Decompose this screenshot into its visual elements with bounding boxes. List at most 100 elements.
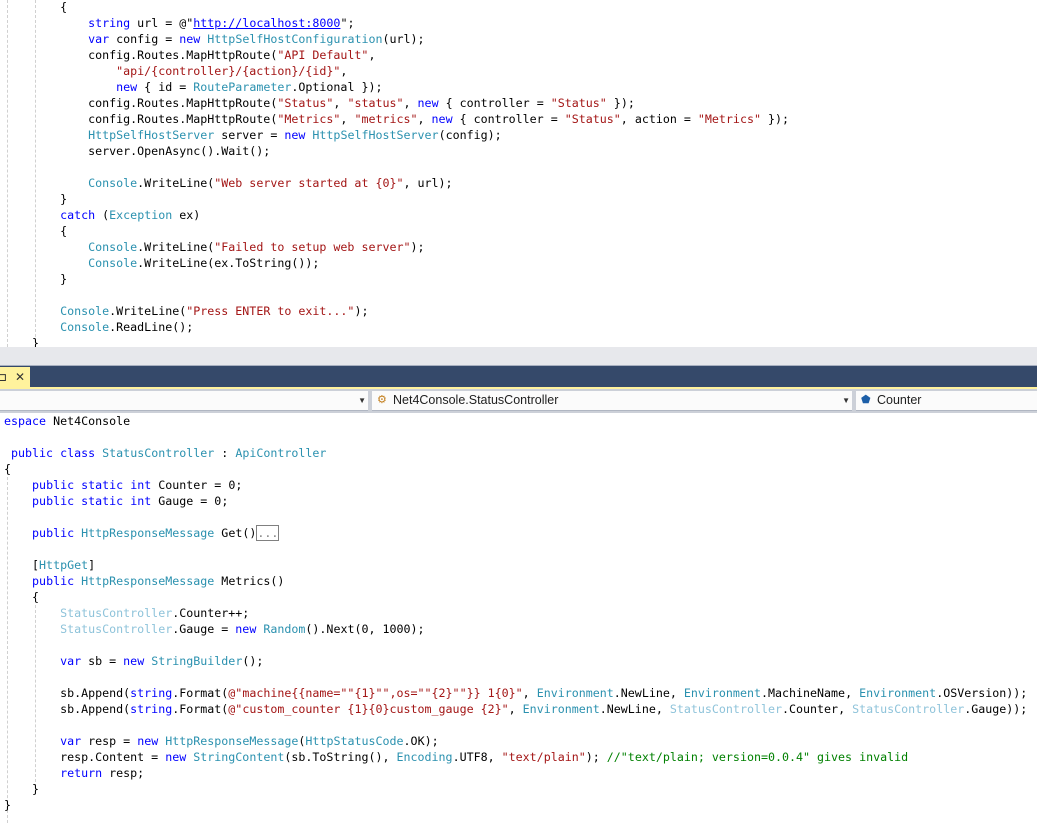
code-line: config.Routes.MapHttpRoute("API Default"… xyxy=(4,47,789,63)
code-token: (sb.ToString(), xyxy=(284,750,397,764)
code-token: .OSVersion)); xyxy=(936,686,1028,700)
code-token: .WriteLine( xyxy=(109,304,187,318)
code-line: } xyxy=(4,797,1027,813)
code-token: @"machine{{name=""{1}"",os=""{2}""}} 1{0… xyxy=(228,686,523,700)
top-code-editor[interactable]: { string url = @"http://localhost:8000";… xyxy=(0,0,1037,347)
code-token: int xyxy=(130,478,152,492)
code-token: HttpResponseMessage xyxy=(81,574,215,588)
code-token: string xyxy=(130,686,173,700)
code-line: return resp; xyxy=(4,765,1027,781)
code-line: new { id = RouteParameter.Optional }); xyxy=(4,79,789,95)
code-token: Get() xyxy=(214,526,257,540)
code-token: Console xyxy=(60,304,110,318)
code-token: resp = xyxy=(81,734,138,748)
pane-splitter[interactable] xyxy=(0,347,1037,365)
code-token: .WriteLine( xyxy=(137,240,215,254)
code-token: ); xyxy=(354,304,369,318)
code-line: Console.WriteLine(ex.ToString()); xyxy=(4,255,789,271)
chevron-down-icon: ▼ xyxy=(842,396,850,405)
code-line: var resp = new HttpResponseMessage(HttpS… xyxy=(4,733,1027,749)
code-token: ( xyxy=(95,208,110,222)
code-token: "API Default" xyxy=(277,48,369,62)
chevron-down-icon: ▼ xyxy=(358,396,366,405)
code-token: class xyxy=(60,446,96,460)
code-token: resp.Content = xyxy=(4,750,166,764)
code-token: } xyxy=(4,782,40,796)
close-icon[interactable]: ✕ xyxy=(15,370,25,384)
navigation-bar: ▼ ⚙ Net4Console.StatusController ▼ ⬟ Cou… xyxy=(0,389,1037,413)
code-token: resp; xyxy=(102,766,145,780)
code-token: , xyxy=(403,96,418,110)
code-token: , xyxy=(522,686,537,700)
code-text[interactable]: espace Net4Console public class StatusCo… xyxy=(4,413,1027,813)
code-token: .NewLine, xyxy=(613,686,684,700)
code-token: .NewLine, xyxy=(599,702,670,716)
code-token: RouteParameter xyxy=(193,80,292,94)
code-token: .Counter, xyxy=(782,702,853,716)
code-token: .WriteLine( xyxy=(137,176,215,190)
code-token: HttpSelfHostServer xyxy=(312,128,439,142)
code-line: config.Routes.MapHttpRoute("Status", "st… xyxy=(4,95,789,111)
code-token: { id = xyxy=(137,80,194,94)
document-tab-bar: ⊐ ✕ xyxy=(0,365,1037,388)
code-token: HttpResponseMessage xyxy=(81,526,215,540)
url-link[interactable]: http://localhost:8000 xyxy=(193,16,340,30)
code-token: ); xyxy=(585,750,607,764)
code-token: "api/{controller}/{action}/{id}" xyxy=(116,64,341,78)
code-token: public xyxy=(11,446,54,460)
code-token: "Press ENTER to exit..." xyxy=(186,304,355,318)
code-line: public HttpResponseMessage Get()... xyxy=(4,525,1027,541)
bottom-code-editor[interactable]: espace Net4Console public class StatusCo… xyxy=(0,413,1037,823)
member-dropdown[interactable]: ⬟ Counter xyxy=(856,391,1037,411)
project-dropdown[interactable]: ▼ xyxy=(0,391,368,411)
code-line: public class StatusController : ApiContr… xyxy=(4,445,1027,461)
code-token: "metrics" xyxy=(354,112,418,126)
code-token: .MachineName, xyxy=(760,686,860,700)
code-token: } xyxy=(4,272,68,286)
class-dropdown[interactable]: ⚙ Net4Console.StatusController ▼ xyxy=(372,391,852,411)
code-token: StatusController xyxy=(852,702,965,716)
code-token: StatusController xyxy=(60,622,173,636)
code-token: public xyxy=(32,494,75,508)
pin-icon[interactable]: ⊐ xyxy=(0,370,7,384)
code-token: ApiController xyxy=(235,446,327,460)
code-line: "api/{controller}/{action}/{id}", xyxy=(4,63,789,79)
code-token: Encoding xyxy=(396,750,453,764)
code-line: { xyxy=(4,223,789,239)
code-token: Net4Console xyxy=(46,414,131,428)
collapsed-region-button[interactable]: ... xyxy=(256,525,280,541)
code-token: .Counter++; xyxy=(172,606,250,620)
code-token: string xyxy=(88,16,131,30)
code-token: "Status" xyxy=(564,112,621,126)
code-token: Console xyxy=(88,176,138,190)
code-token: url = @" xyxy=(130,16,194,30)
code-line: public static int Gauge = 0; xyxy=(4,493,1027,509)
code-token: , xyxy=(340,64,348,78)
code-token: : xyxy=(214,446,236,460)
field-icon: ⬟ xyxy=(861,394,871,406)
code-token: .Gauge = xyxy=(172,622,236,636)
document-tab[interactable]: ⊐ ✕ xyxy=(0,367,30,388)
code-line: [HttpGet] xyxy=(4,557,1027,573)
code-line: StatusController.Gauge = new Random().Ne… xyxy=(4,621,1027,637)
code-token: @"custom_counter {1}{0}custom_gauge {2}" xyxy=(228,702,509,716)
code-line: Console.WriteLine("Press ENTER to exit..… xyxy=(4,303,789,319)
code-token: , xyxy=(340,112,355,126)
code-line: HttpSelfHostServer server = new HttpSelf… xyxy=(4,127,789,143)
code-line: sb.Append(string.Format(@"custom_counter… xyxy=(4,701,1027,717)
code-token: "; xyxy=(340,16,355,30)
code-token: } xyxy=(4,336,40,347)
code-text[interactable]: { string url = @"http://localhost:8000";… xyxy=(4,0,789,347)
code-token: "Metrics" xyxy=(277,112,341,126)
code-token: { xyxy=(4,590,40,604)
